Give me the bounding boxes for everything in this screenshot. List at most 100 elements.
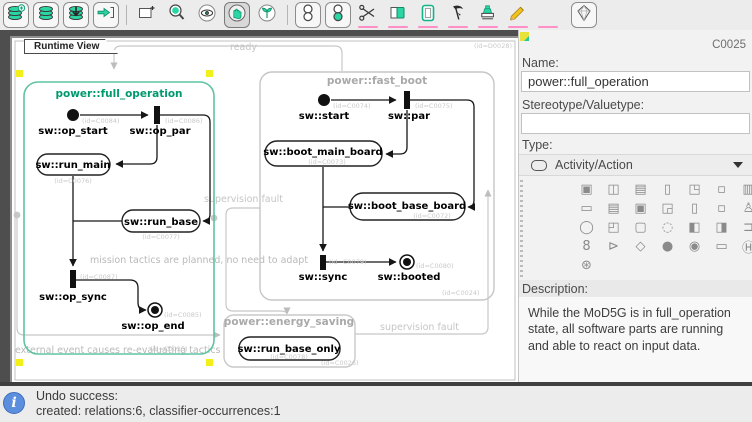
node-op-start[interactable]: sw::op_start (id=C0084)	[38, 109, 119, 137]
model-database-icon	[36, 3, 56, 28]
svg-text:(id=C0074): (id=C0074)	[333, 102, 371, 110]
node-run-base-only[interactable]: sw::run_base_only (id=C0078)	[238, 337, 341, 361]
stereotype-input[interactable]	[521, 113, 750, 134]
part-icon[interactable]: ▫	[708, 199, 735, 218]
folder-icon[interactable]: ▭	[573, 199, 600, 218]
model-save-add-button[interactable]	[3, 2, 29, 28]
selection-handle-top-right[interactable]	[206, 70, 213, 77]
name-input[interactable]	[521, 71, 750, 92]
state-small-icon[interactable]: ▭	[708, 237, 735, 256]
model-export-icon	[96, 3, 116, 28]
model-database-import-button[interactable]	[63, 2, 89, 28]
status-line-1: Undo success:	[36, 389, 281, 404]
cut-button[interactable]	[355, 2, 381, 28]
activity-shape-icon	[531, 160, 547, 171]
deep-history-icon[interactable]: ⊛	[573, 256, 600, 275]
delete-button[interactable]	[445, 2, 471, 28]
edit-button[interactable]	[505, 2, 531, 28]
svg-text:sw::op_start: sw::op_start	[38, 126, 108, 137]
model-database-import-icon	[66, 3, 86, 28]
node-boot-base-board[interactable]: sw::boot_base_board (id=C0072)	[348, 193, 466, 220]
element-id-badge: C0025	[712, 39, 746, 51]
node-sync[interactable]: sw::sync (id=C0079)	[299, 255, 367, 283]
node-run-main[interactable]: sw::run_main (id=C0076)	[35, 154, 110, 185]
image-part-icon[interactable]: ▫	[708, 180, 735, 199]
zoom-lens-button[interactable]	[164, 2, 190, 28]
template-page-icon[interactable]: ◲	[654, 199, 681, 218]
node-start[interactable]: sw::start (id=C0074)	[299, 94, 371, 122]
copy-pages-icon	[388, 3, 408, 28]
panel-splitter[interactable]	[520, 180, 523, 290]
hourglass-sand-button[interactable]	[325, 2, 351, 28]
shallow-history-icon[interactable]: Ⓗ	[735, 237, 752, 256]
model-database-button[interactable]	[33, 2, 59, 28]
signal-send-icon[interactable]: ⊳	[600, 237, 627, 256]
rounded-state-icon[interactable]: ▢	[627, 218, 654, 237]
model-export-button[interactable]	[93, 2, 119, 28]
action-icon[interactable]: ▣	[573, 180, 600, 199]
svg-text:sw::booted: sw::booted	[378, 272, 441, 283]
frame-icon[interactable]: ▯	[654, 180, 681, 199]
shape-palette: ▣ ◫ ▤ ▯ ◳ ▫ ▥ ▭ ▤ ▣ ◲ ▯ ▫ ♙ ◯ ◰ ▢ ◌ ◧ ◨ …	[573, 180, 752, 275]
copy-button[interactable]	[385, 2, 411, 28]
paste-button[interactable]	[415, 2, 441, 28]
fork-node-icon[interactable]: ◧	[681, 218, 708, 237]
view-eye-button[interactable]	[194, 2, 220, 28]
chevron-down-icon	[733, 162, 743, 168]
diagram-frame-id: (id=D0028)	[474, 42, 512, 50]
node-par[interactable]: sw::par (id=C0075)	[388, 91, 453, 122]
selection-handle-bottom-right[interactable]	[206, 359, 213, 366]
type-dropdown[interactable]: Activity/Action	[519, 154, 752, 176]
dashed-circle-icon[interactable]: ◌	[654, 218, 681, 237]
description-text[interactable]: While the MoD5G is in full_operation sta…	[519, 297, 752, 382]
page-icon[interactable]: ▯	[681, 199, 708, 218]
view-eye-icon	[197, 3, 217, 28]
list-icon[interactable]: ▤	[600, 199, 627, 218]
node-op-par[interactable]: sw::op_par (id=C0086)	[129, 106, 202, 137]
stamp-button[interactable]	[475, 2, 501, 28]
node-run-base[interactable]: sw::run_base (id=C0077)	[122, 210, 200, 241]
diagram-canvas[interactable]: (id=D0028) ready supervision fault super…	[10, 36, 520, 385]
table-icon[interactable]: ▥	[735, 180, 752, 199]
call-behavior-icon[interactable]: ◳	[681, 180, 708, 199]
titled-frame-icon[interactable]: ◰	[600, 218, 627, 237]
status-line-2: created: relations:6, classifier-occurre…	[36, 404, 281, 419]
node-3d-icon[interactable]: ▤	[627, 180, 654, 199]
signal-receive-icon[interactable]: ⊐	[735, 218, 752, 237]
decision-icon[interactable]: ◇	[627, 237, 654, 256]
toolbar	[0, 0, 752, 30]
name-label: Name:	[522, 56, 559, 70]
pan-hand-button[interactable]	[224, 2, 250, 28]
note-icon[interactable]: ▣	[627, 199, 654, 218]
svg-text:sw::par: sw::par	[388, 111, 430, 122]
selection-handle-top-left[interactable]	[16, 70, 23, 77]
new-diagram-button[interactable]	[134, 2, 160, 28]
node-boot-main-board[interactable]: sw::boot_main_board (id=C0073)	[263, 141, 382, 166]
svg-text:sw::op_sync: sw::op_sync	[39, 292, 107, 303]
join-node-icon[interactable]: ◨	[708, 218, 735, 237]
node-booted[interactable]: sw::booted (id=C0080)	[378, 255, 454, 283]
actor-icon[interactable]: ♙	[735, 199, 752, 218]
node-op-end[interactable]: sw::op_end (id=C0085)	[121, 303, 201, 332]
svg-text:(id=C0080): (id=C0080)	[416, 262, 454, 270]
full-operation-title: power::full_operation	[55, 88, 182, 100]
action-pins-icon[interactable]: ◫	[600, 180, 627, 199]
hourglass-icon[interactable]: 8	[573, 237, 600, 256]
final-node-icon[interactable]: ◉	[681, 237, 708, 256]
node-op-sync[interactable]: sw::op_sync (id=C0087)	[39, 270, 117, 303]
delete-reaper-icon	[448, 3, 468, 28]
hourglass-empty-button[interactable]	[295, 2, 321, 28]
auto-grow-button[interactable]	[254, 2, 280, 28]
canvas-surround: (id=D0028) ready supervision fault super…	[0, 30, 518, 382]
svg-text:sw::start: sw::start	[299, 111, 350, 122]
initial-node-icon[interactable]: ●	[654, 237, 681, 256]
empty-slot-button[interactable]	[535, 2, 561, 28]
type-label: Type:	[522, 138, 553, 152]
gem-button[interactable]	[571, 2, 597, 28]
runtime-view-tab[interactable]: Runtime View	[24, 39, 118, 54]
selection-handle-bottom-left[interactable]	[16, 359, 23, 366]
energy-saving-title: power::energy_saving	[224, 316, 354, 328]
ellipse-icon[interactable]: ◯	[573, 218, 600, 237]
svg-text:sw::op_end: sw::op_end	[121, 321, 184, 332]
edge-ready[interactable]	[114, 46, 342, 71]
